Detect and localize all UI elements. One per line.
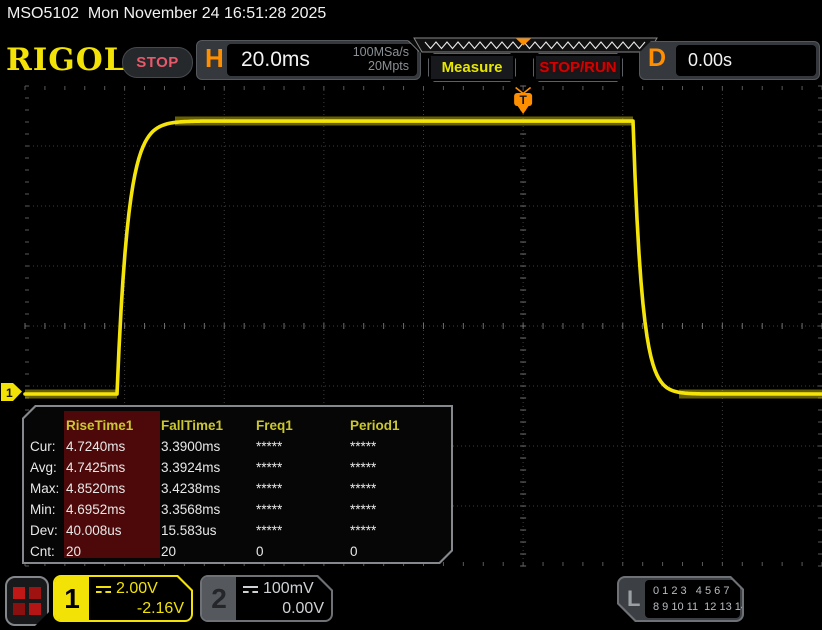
row-label: Cnt: — [30, 544, 66, 559]
meas-value: 40.008us — [66, 523, 161, 538]
meas-col-risetime[interactable]: RiseTime1 — [66, 418, 161, 433]
measurement-panel[interactable]: RiseTime1 FallTime1 Freq1 Period1 Cur: 4… — [22, 405, 453, 564]
channel-1-values: 2.00V -2.16V — [89, 577, 191, 620]
meas-value: ***** — [256, 502, 350, 517]
meas-value: 4.6952ms — [66, 502, 161, 517]
channel-1-scale: 2.00V — [116, 580, 158, 598]
svg-text:1: 1 — [6, 386, 13, 400]
channel-2-body: 2 100mV 0.00V — [202, 577, 331, 620]
horizontal-timebase-panel[interactable]: H 20.0ms 100MSa/s 20Mpts — [196, 40, 421, 80]
rigol-logo: RIGOL — [6, 42, 127, 78]
logic-channels-badge[interactable]: L 0 1 2 3 4 5 6 7 8 9 10 11 12 13 14 15 — [617, 576, 744, 622]
row-label: Cur: — [30, 439, 66, 454]
trigger-delay-panel[interactable]: D 0.00s — [639, 41, 820, 80]
timebase-inset: 20.0ms 100MSa/s 20Mpts — [227, 44, 417, 76]
trigger-position-marker[interactable]: T — [514, 88, 532, 115]
channel-2-scale: 100mV — [263, 580, 314, 598]
meas-value: 15.583us — [161, 523, 256, 538]
channel-1-offset: -2.16V — [96, 600, 184, 618]
channel-1-badge[interactable]: 1 2.00V -2.16V — [53, 575, 193, 622]
channel-2-offset: 0.00V — [243, 600, 324, 618]
logic-channel-list: 0 1 2 3 4 5 6 7 8 9 10 11 12 13 14 15 — [645, 580, 740, 618]
meas-value: 0 — [350, 544, 449, 559]
menu-grid-icon[interactable] — [5, 576, 49, 626]
meas-value: 3.3568ms — [161, 502, 256, 517]
menu-grid-cells — [13, 587, 41, 615]
delay-value: 0.00s — [688, 50, 732, 71]
meas-value: ***** — [350, 523, 449, 538]
acquisition-info: 100MSa/s 20Mpts — [353, 45, 409, 73]
meas-col-period[interactable]: Period1 — [350, 418, 449, 433]
meas-value: ***** — [256, 439, 350, 454]
channel-2-badge[interactable]: 2 100mV 0.00V — [200, 575, 333, 622]
stop-run-button[interactable]: STOP/RUN — [533, 53, 623, 82]
channel-status-bar: 1 2.00V -2.16V 2 100mV 0.0 — [0, 570, 822, 630]
dc-coupling-icon — [96, 586, 111, 593]
meas-col-freq[interactable]: Freq1 — [256, 418, 350, 433]
run-state-badge: STOP — [122, 47, 193, 78]
meas-value: 0 — [256, 544, 350, 559]
meas-value: 3.3900ms — [161, 439, 256, 454]
channel-1-level-marker[interactable]: 1 — [1, 383, 22, 401]
meas-value: ***** — [256, 481, 350, 496]
meas-value: ***** — [256, 460, 350, 475]
row-label: Avg: — [30, 460, 66, 475]
timebase-value: 20.0ms — [241, 48, 310, 72]
meas-value: ***** — [256, 523, 350, 538]
channel-1-body: 1 2.00V -2.16V — [55, 577, 191, 620]
meas-value: ***** — [350, 439, 449, 454]
sample-rate: 100MSa/s — [353, 45, 409, 59]
model-and-datetime: MSO5102 Mon November 24 16:51:28 2025 — [7, 5, 326, 23]
channel-1-number: 1 — [55, 577, 89, 620]
logic-row-2: 8 9 10 11 12 13 14 15 — [653, 599, 740, 615]
meas-value: 20 — [66, 544, 161, 559]
meas-value: 3.3924ms — [161, 460, 256, 475]
meas-value: ***** — [350, 502, 449, 517]
waveform-overview-thumbnail[interactable] — [413, 37, 658, 53]
meas-value: 4.7425ms — [66, 460, 161, 475]
memory-depth: 20Mpts — [353, 59, 409, 73]
row-label: Max: — [30, 481, 66, 496]
oscilloscope-screen: MSO5102 Mon November 24 16:51:28 2025 RI… — [0, 0, 822, 630]
measurement-panel-body: RiseTime1 FallTime1 Freq1 Period1 Cur: 4… — [24, 407, 451, 562]
logic-channels-body: L 0 1 2 3 4 5 6 7 8 9 10 11 12 13 14 15 — [619, 578, 742, 620]
row-label: Min: — [30, 502, 66, 517]
measure-button[interactable]: Measure — [428, 53, 516, 82]
ch1-trace — [25, 121, 822, 394]
channel-2-values: 100mV 0.00V — [236, 577, 331, 620]
delay-inset: 0.00s — [676, 45, 816, 76]
logic-row-1: 0 1 2 3 4 5 6 7 — [653, 583, 740, 599]
measurement-table: RiseTime1 FallTime1 Freq1 Period1 Cur: 4… — [30, 415, 449, 562]
meas-value: 4.8520ms — [66, 481, 161, 496]
horizontal-label: H — [205, 43, 224, 74]
meas-value: 4.7240ms — [66, 439, 161, 454]
channel-2-number: 2 — [202, 577, 236, 620]
meas-value: ***** — [350, 460, 449, 475]
logic-label: L — [627, 586, 640, 612]
row-label: Dev: — [30, 523, 66, 538]
dc-coupling-icon — [243, 586, 258, 593]
meas-col-falltime[interactable]: FallTime1 — [161, 418, 256, 433]
meas-value: 3.4238ms — [161, 481, 256, 496]
svg-text:T: T — [519, 93, 527, 107]
delay-label: D — [648, 44, 666, 73]
meas-value: ***** — [350, 481, 449, 496]
meas-value: 20 — [161, 544, 256, 559]
